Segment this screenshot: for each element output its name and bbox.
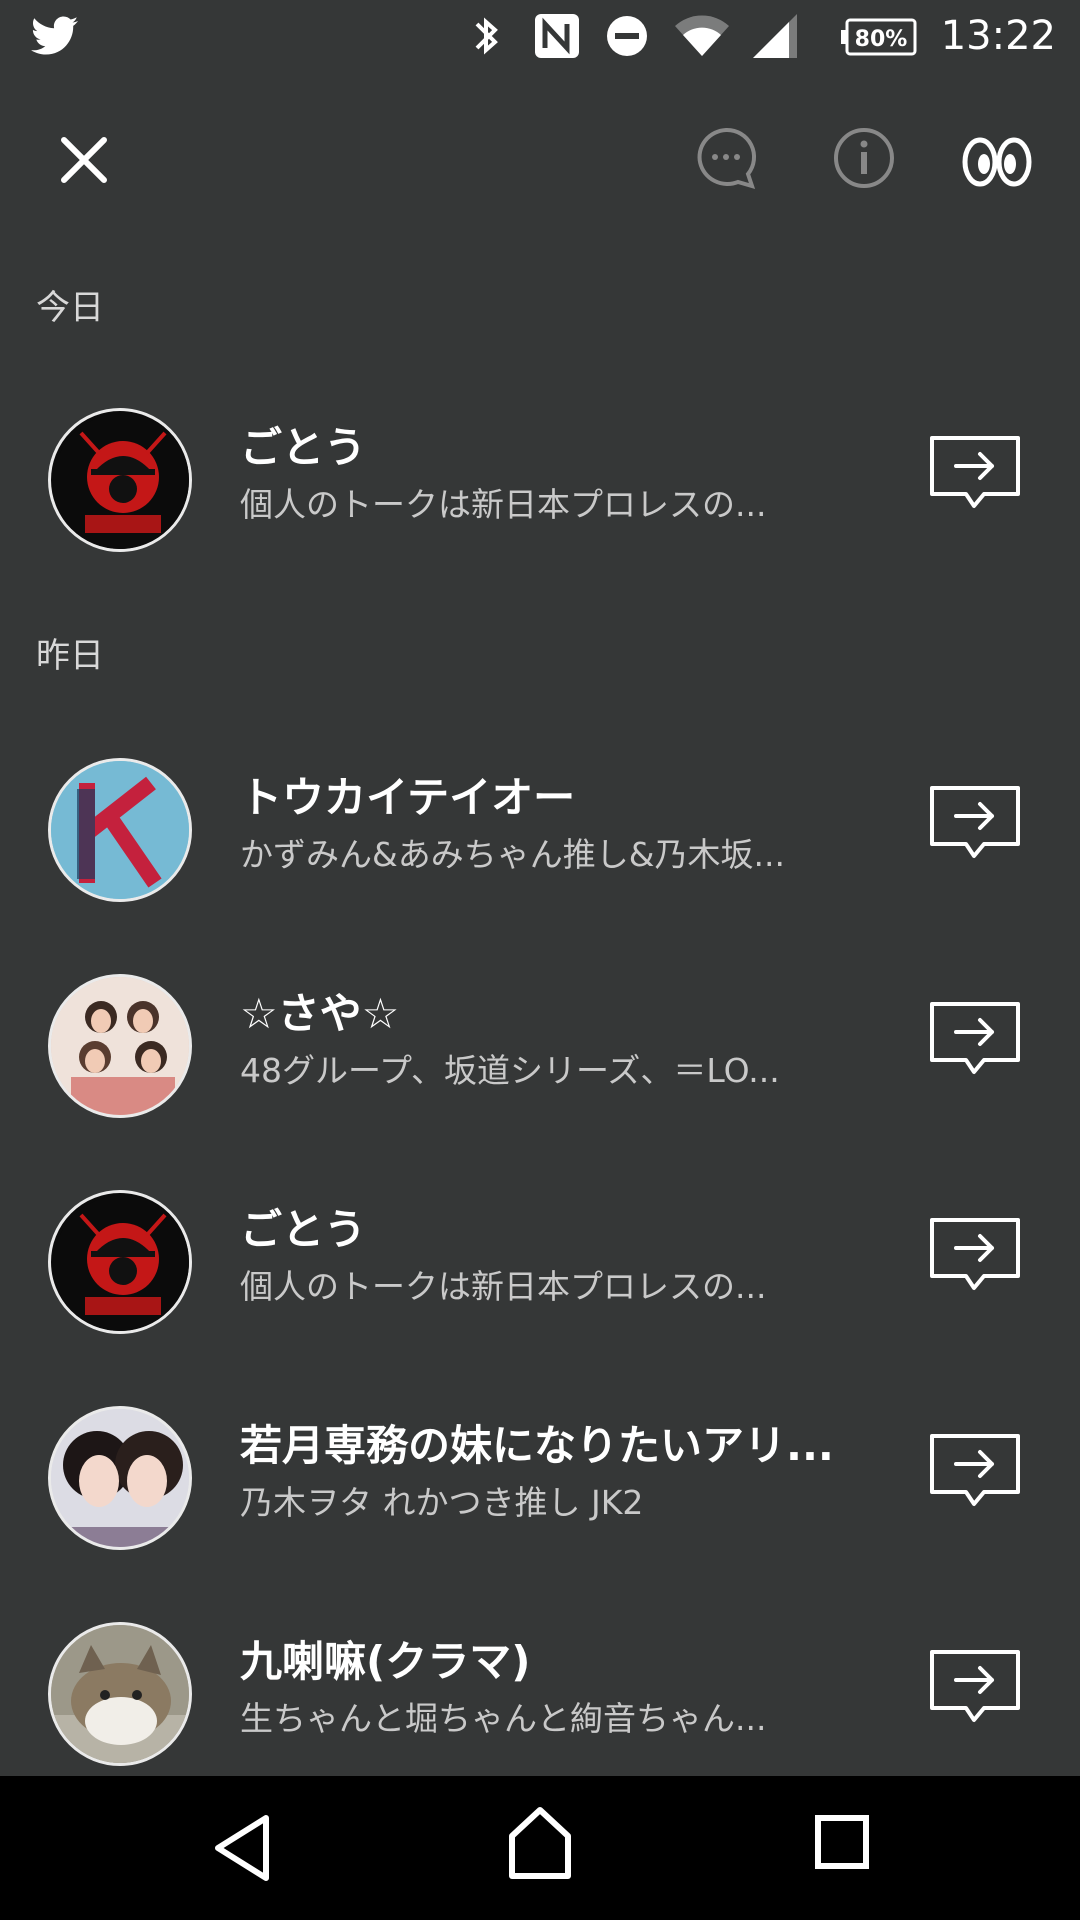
avatar — [48, 1622, 192, 1766]
contact-name: ☆さや☆ — [240, 989, 400, 1038]
navigation-bar — [0, 1776, 1080, 1920]
twitter-icon — [31, 16, 79, 55]
back-icon[interactable] — [210, 1812, 276, 1884]
nfc-icon — [534, 14, 579, 58]
avatar — [48, 1406, 192, 1550]
contact-name: 若月専務の妹になりたいアリ... — [240, 1421, 834, 1470]
recent-apps-icon[interactable] — [814, 1814, 870, 1870]
screen: 80% 13:22 今日 ごとう 個人のトークは新日本プロレスの... 昨日 ト… — [0, 0, 1080, 1920]
signal-icon — [752, 14, 797, 58]
info-icon[interactable] — [832, 126, 896, 190]
avatar — [48, 758, 192, 902]
close-icon[interactable] — [52, 128, 116, 192]
toolbar — [0, 100, 1080, 210]
status-icons: 80% 13:22 — [467, 10, 1056, 62]
contact-name: 九喇嘛(クラマ) — [240, 1637, 531, 1686]
list-item[interactable]: ごとう 個人のトークは新日本プロレスの... — [0, 1160, 1080, 1340]
contact-subtitle: かずみん&あみちゃん推し&乃木坂... — [240, 835, 785, 874]
contact-name: ごとう — [240, 1205, 367, 1254]
contact-subtitle: 生ちゃんと堀ちゃんと絢音ちゃん... — [240, 1699, 767, 1738]
do-not-disturb-icon — [606, 16, 647, 56]
contact-subtitle: 個人のトークは新日本プロレスの... — [240, 485, 767, 524]
avatar — [48, 1190, 192, 1334]
avatar — [48, 408, 192, 552]
home-icon[interactable] — [508, 1806, 572, 1882]
section-label-yesterday: 昨日 — [36, 636, 104, 676]
list-item[interactable]: ごとう 個人のトークは新日本プロレスの... — [0, 378, 1080, 558]
list-item[interactable]: トウカイテイオー かずみん&あみちゃん推し&乃木坂... — [0, 728, 1080, 908]
clock: 13:22 — [940, 13, 1056, 59]
section-label-today: 今日 — [36, 288, 104, 328]
avatar — [48, 974, 192, 1118]
share-icon[interactable] — [928, 1648, 1022, 1728]
battery-level: 80% — [854, 27, 907, 52]
list-item[interactable]: 九喇嘛(クラマ) 生ちゃんと堀ちゃんと絢音ちゃん... — [0, 1592, 1080, 1772]
contact-name: トウカイテイオー — [240, 773, 576, 822]
list-item[interactable]: 若月専務の妹になりたいアリ... 乃木ヲタ れかつき推し JK2 — [0, 1376, 1080, 1556]
share-icon[interactable] — [928, 434, 1022, 514]
contact-subtitle: 乃木ヲタ れかつき推し JK2 — [240, 1483, 644, 1522]
bluetooth-icon — [475, 17, 498, 55]
chat-bubble-icon[interactable] — [694, 126, 758, 190]
contact-subtitle: 個人のトークは新日本プロレスの... — [240, 1267, 767, 1306]
share-icon[interactable] — [928, 784, 1022, 864]
battery-icon: 80% — [840, 18, 917, 56]
contact-name: ごとう — [240, 423, 367, 472]
list-item[interactable]: ☆さや☆ 48グループ、坂道シリーズ、＝LO... — [0, 944, 1080, 1124]
share-icon[interactable] — [928, 1000, 1022, 1080]
wifi-icon — [674, 15, 729, 56]
status-bar: 80% 13:22 — [0, 0, 1080, 72]
share-icon[interactable] — [928, 1216, 1022, 1296]
eyes-icon[interactable] — [960, 126, 1034, 190]
contact-subtitle: 48グループ、坂道シリーズ、＝LO... — [240, 1051, 780, 1090]
share-icon[interactable] — [928, 1432, 1022, 1512]
